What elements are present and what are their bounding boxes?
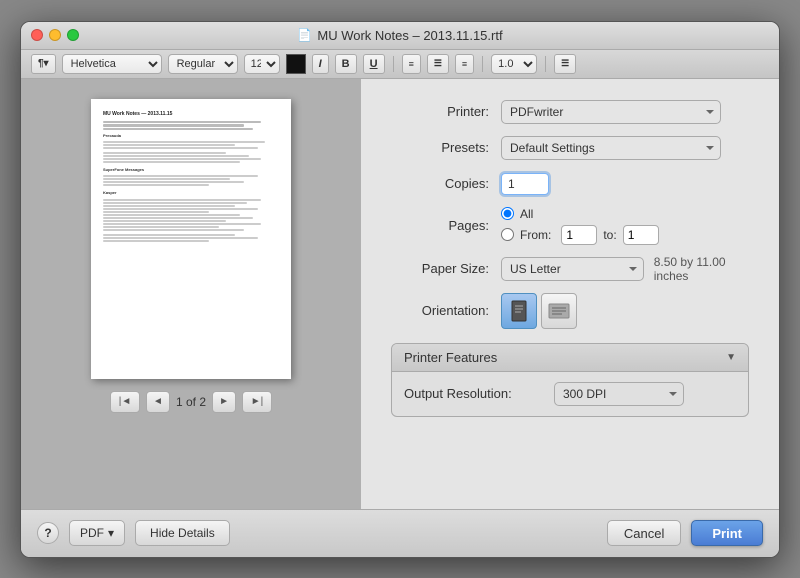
help-button[interactable]: ? xyxy=(37,522,59,544)
copies-row: Copies: xyxy=(391,171,749,197)
align-right-btn[interactable]: ≡ xyxy=(455,54,474,74)
window-title: 📄 MU Work Notes – 2013.11.15.rtf xyxy=(297,28,502,43)
paper-size-dimensions: 8.50 by 11.00 inches xyxy=(654,255,749,283)
underline-btn[interactable]: U xyxy=(363,54,385,74)
orientation-row: Orientation: xyxy=(391,293,749,329)
features-content: Output Resolution: 300 DPI xyxy=(392,372,748,416)
last-page-btn[interactable]: ►| xyxy=(242,391,272,413)
align-center-btn[interactable]: ☰ xyxy=(427,54,449,74)
line-spacing-select[interactable]: 1.0 xyxy=(491,54,537,74)
italic-btn[interactable]: I xyxy=(312,54,329,74)
orientation-label: Orientation: xyxy=(391,303,501,318)
output-resolution-row: Output Resolution: 300 DPI xyxy=(404,382,736,406)
page-range-row: From: to: xyxy=(501,225,749,245)
prev-page-btn[interactable]: ◄ xyxy=(146,391,170,413)
document-icon: 📄 xyxy=(297,28,312,42)
orientation-buttons xyxy=(501,293,749,329)
cancel-button[interactable]: Cancel xyxy=(607,520,681,546)
color-picker[interactable] xyxy=(286,54,306,74)
maximize-button[interactable] xyxy=(67,29,79,41)
to-label: to: xyxy=(603,228,616,242)
main-content: MU Work Notes — 2013.11.15 Precauda xyxy=(21,79,779,509)
portrait-btn[interactable] xyxy=(501,293,537,329)
to-page-input[interactable] xyxy=(623,225,659,245)
next-page-btn[interactable]: ► xyxy=(212,391,236,413)
bold-btn[interactable]: B xyxy=(335,54,357,74)
font-family-select[interactable]: Helvetica xyxy=(62,54,162,74)
document-preview-panel: MU Work Notes — 2013.11.15 Precauda xyxy=(21,79,361,509)
titlebar: 📄 MU Work Notes – 2013.11.15.rtf xyxy=(21,22,779,50)
page-range-inputs: to: xyxy=(561,225,658,245)
from-pages-radio[interactable] xyxy=(501,228,514,241)
separator2 xyxy=(482,56,483,72)
presets-select[interactable]: Default Settings xyxy=(501,136,721,160)
print-dialog-window: 📄 MU Work Notes – 2013.11.15.rtf ¶▾ Helv… xyxy=(20,21,780,558)
printer-value: PDFwriter xyxy=(501,100,749,124)
first-page-btn[interactable]: |◄ xyxy=(110,391,140,413)
minimize-button[interactable] xyxy=(49,29,61,41)
printer-features-section: Printer Features ▼ Output Resolution: 30… xyxy=(391,343,749,417)
landscape-btn[interactable] xyxy=(541,293,577,329)
features-arrow-icon: ▼ xyxy=(726,352,736,363)
separator3 xyxy=(545,56,546,72)
pages-radio-group: All From: to: xyxy=(501,207,749,245)
all-pages-radio[interactable] xyxy=(501,207,514,220)
output-resolution-label: Output Resolution: xyxy=(404,386,544,401)
page-preview: MU Work Notes — 2013.11.15 Precauda xyxy=(91,99,291,379)
copies-input[interactable] xyxy=(501,173,549,195)
orientation-options xyxy=(501,293,749,329)
font-style-select[interactable]: Regular xyxy=(168,54,238,74)
paper-size-select[interactable]: US Letter xyxy=(501,257,644,281)
font-size-select[interactable]: 12 xyxy=(244,54,280,74)
printer-select[interactable]: PDFwriter xyxy=(501,100,721,124)
copies-value xyxy=(501,173,749,195)
printer-row: Printer: PDFwriter xyxy=(391,99,749,125)
from-page-input[interactable] xyxy=(561,225,597,245)
presets-label: Presets: xyxy=(391,140,501,155)
page-indicator: 1 of 2 xyxy=(176,395,206,409)
paper-size-label: Paper Size: xyxy=(391,261,501,276)
pages-row: Pages: All From: to: xyxy=(391,207,749,245)
toolbar-format-btn[interactable]: ¶▾ xyxy=(31,54,56,74)
bottom-bar: ? PDF ▾ Hide Details Cancel Print xyxy=(21,509,779,557)
print-options-panel: Printer: PDFwriter Presets: Default Sett… xyxy=(361,79,779,509)
toolbar: ¶▾ Helvetica Regular 12 I B U ≡ ☰ ≡ 1.0 … xyxy=(21,50,779,79)
align-left-btn[interactable]: ≡ xyxy=(402,54,421,74)
separator xyxy=(393,56,394,72)
from-pages-label: From: xyxy=(520,228,551,242)
printer-label: Printer: xyxy=(391,104,501,119)
presets-value: Default Settings xyxy=(501,136,749,160)
paper-size-row: Paper Size: US Letter 8.50 by 11.00 inch… xyxy=(391,255,749,283)
traffic-lights xyxy=(31,29,79,41)
copies-label: Copies: xyxy=(391,176,501,191)
pages-options: All From: to: xyxy=(501,207,749,245)
presets-row: Presets: Default Settings xyxy=(391,135,749,161)
paper-size-value: US Letter 8.50 by 11.00 inches xyxy=(501,255,749,283)
features-title: Printer Features xyxy=(404,350,497,365)
pdf-button[interactable]: PDF ▾ xyxy=(69,520,125,546)
portrait-icon xyxy=(510,300,528,322)
print-button[interactable]: Print xyxy=(691,520,763,546)
landscape-icon xyxy=(548,302,570,320)
output-resolution-select[interactable]: 300 DPI xyxy=(554,382,684,406)
hide-details-button[interactable]: Hide Details xyxy=(135,520,230,546)
close-button[interactable] xyxy=(31,29,43,41)
list-btn[interactable]: ☰ xyxy=(554,54,576,74)
all-pages-row: All xyxy=(501,207,749,221)
page-navigation: |◄ ◄ 1 of 2 ► ►| xyxy=(110,391,272,413)
features-header[interactable]: Printer Features ▼ xyxy=(392,344,748,372)
all-pages-label: All xyxy=(520,207,533,221)
pages-label: Pages: xyxy=(391,218,501,233)
